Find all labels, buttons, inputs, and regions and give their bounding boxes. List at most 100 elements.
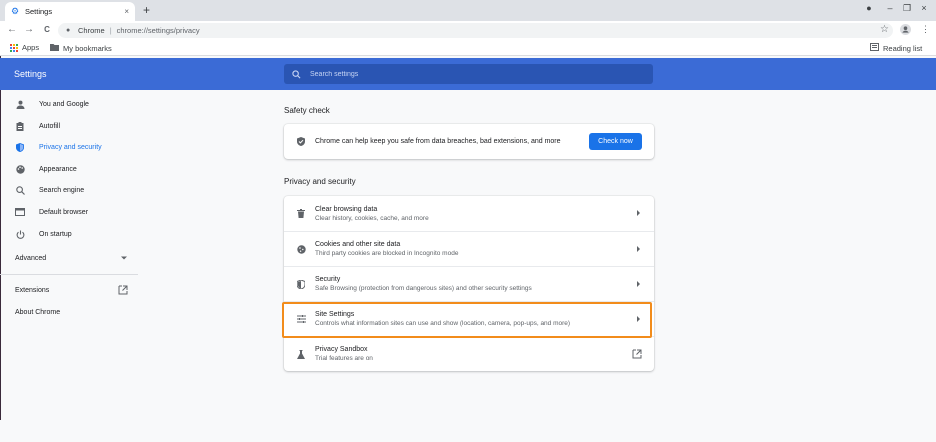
menu-icon[interactable]: ⋮	[921, 24, 930, 35]
gear-icon: ⚙	[11, 6, 20, 16]
arrow-right-icon	[637, 316, 640, 322]
bookmark-apps-label: Apps	[22, 43, 40, 52]
profile-icon[interactable]	[900, 24, 911, 37]
tab-title: Settings	[25, 7, 53, 16]
sidebar-divider	[0, 274, 138, 275]
folder-icon	[50, 43, 59, 53]
browser-icon	[15, 207, 25, 217]
row-clear-browsing-data[interactable]: Clear browsing data Clear history, cooki…	[284, 196, 654, 231]
search-box[interactable]	[284, 64, 653, 84]
page-title: Settings	[14, 69, 47, 79]
row-subtitle: Clear history, cookies, cache, and more	[315, 214, 429, 222]
row-texts: Privacy Sandbox Trial features are on	[315, 346, 654, 362]
tab-search-icon[interactable]: ●	[862, 3, 876, 13]
sidebar-item-label: Autofill	[39, 122, 61, 130]
reload-button[interactable]: C	[41, 24, 53, 36]
clipboard-icon	[15, 121, 25, 131]
search-icon	[292, 69, 301, 78]
back-button[interactable]: ←	[6, 24, 18, 36]
bookmarks-bar: Apps My bookmarks Reading list	[0, 40, 936, 56]
sidebar-item-label: Default browser	[39, 208, 89, 216]
omnibox-host: Chrome	[78, 26, 105, 35]
row-title: Cookies and other site data	[315, 241, 401, 248]
sidebar-item-autofill[interactable]: Autofill	[0, 116, 138, 136]
search-icon	[15, 185, 25, 195]
power-icon	[15, 229, 25, 239]
row-texts: Site Settings Controls what information …	[315, 311, 654, 327]
safety-check-card: Chrome can help keep you safe from data …	[284, 124, 654, 159]
sidebar-item-about[interactable]: About Chrome	[15, 309, 60, 316]
row-subtitle: Controls what information sites can use …	[315, 320, 571, 327]
row-site-settings[interactable]: Site Settings Controls what information …	[284, 301, 654, 336]
bookmark-apps[interactable]: Apps	[10, 43, 39, 52]
row-subtitle: Trial features are on	[315, 355, 373, 362]
sidebar-item-appearance[interactable]: Appearance	[0, 159, 138, 179]
chevron-down-icon	[121, 255, 127, 262]
arrow-right-icon	[637, 246, 640, 252]
flask-icon	[296, 349, 306, 359]
palette-icon	[15, 164, 25, 174]
omnibox-url[interactable]: chrome://settings/privacy	[117, 26, 200, 35]
settings-header: Settings	[0, 58, 936, 90]
sliders-icon	[296, 314, 306, 324]
row-privacy-sandbox[interactable]: Privacy Sandbox Trial features are on	[284, 336, 654, 371]
chrome-icon: ●	[66, 26, 71, 34]
row-texts: Clear browsing data Clear history, cooki…	[315, 206, 654, 222]
sidebar-item-privacy[interactable]: Privacy and security	[0, 137, 138, 157]
tab-strip: ⚙ Settings × + ● – ❐ ×	[0, 0, 936, 21]
sidebar-item-default-browser[interactable]: Default browser	[0, 202, 138, 222]
safety-check-heading: Safety check	[284, 106, 330, 115]
sidebar-item-label: You and Google	[39, 100, 89, 108]
bookmark-folder[interactable]: My bookmarks	[50, 43, 112, 53]
sidebar-item-extensions[interactable]: Extensions	[15, 287, 49, 294]
row-subtitle: Third party cookies are blocked in Incog…	[315, 250, 459, 257]
shield-icon	[15, 142, 25, 152]
sidebar: You and Google Autofill Privacy and secu…	[0, 90, 138, 420]
open-external-icon[interactable]	[632, 349, 642, 359]
row-title: Privacy Sandbox	[315, 346, 368, 353]
reading-list-button[interactable]: Reading list	[870, 43, 922, 53]
sidebar-item-label: Appearance	[39, 165, 77, 173]
new-tab-button[interactable]: +	[143, 4, 150, 16]
trash-icon	[296, 209, 306, 219]
sidebar-item-label: On startup	[39, 230, 72, 238]
close-icon[interactable]: ×	[124, 7, 129, 16]
page-bottom	[0, 420, 936, 442]
sidebar-item-search-engine[interactable]: Search engine	[0, 180, 138, 200]
check-now-button[interactable]: Check now	[589, 133, 642, 150]
row-texts: Security Safe Browsing (protection from …	[315, 276, 654, 292]
sidebar-advanced-toggle[interactable]: Advanced	[15, 255, 127, 262]
sidebar-item-you-and-google[interactable]: You and Google	[0, 94, 138, 114]
toolbar: ← → C ● Chrome | chrome://settings/priva…	[0, 21, 936, 40]
open-external-icon[interactable]	[118, 285, 128, 295]
omnibox-separator: |	[109, 26, 112, 35]
bookmark-star-icon[interactable]: ☆	[880, 24, 889, 35]
forward-button[interactable]: →	[23, 24, 35, 36]
row-texts: Cookies and other site data Third party …	[315, 241, 654, 257]
sidebar-item-label: Privacy and security	[39, 143, 102, 151]
minimize-icon[interactable]: –	[883, 3, 897, 13]
cookie-icon	[296, 244, 306, 254]
privacy-card: Clear browsing data Clear history, cooki…	[284, 196, 654, 371]
search-input[interactable]	[310, 70, 610, 78]
restore-icon[interactable]: ❐	[900, 3, 914, 14]
sidebar-item-on-startup[interactable]: On startup	[0, 224, 138, 244]
reading-list-label: Reading list	[883, 43, 923, 53]
sidebar-advanced-label: Advanced	[15, 255, 47, 262]
omnibox[interactable]: ● Chrome | chrome://settings/privacy ☆	[58, 23, 893, 38]
privacy-heading: Privacy and security	[284, 177, 356, 186]
row-title: Clear browsing data	[315, 205, 378, 213]
arrow-right-icon	[637, 210, 640, 216]
tab-settings[interactable]: ⚙ Settings ×	[5, 2, 135, 21]
apps-icon	[10, 43, 18, 52]
row-cookies[interactable]: Cookies and other site data Third party …	[284, 231, 654, 266]
window-close-icon[interactable]: ×	[917, 3, 931, 13]
row-security[interactable]: Security Safe Browsing (protection from …	[284, 266, 654, 301]
row-subtitle: Safe Browsing (protection from dangerous…	[315, 285, 532, 292]
shield-icon	[296, 279, 306, 289]
shield-check-icon	[296, 137, 306, 147]
reading-list-icon	[870, 43, 879, 53]
row-title: Site Settings	[315, 311, 355, 318]
bookmark-folder-label: My bookmarks	[63, 43, 112, 53]
person-icon	[15, 99, 25, 109]
